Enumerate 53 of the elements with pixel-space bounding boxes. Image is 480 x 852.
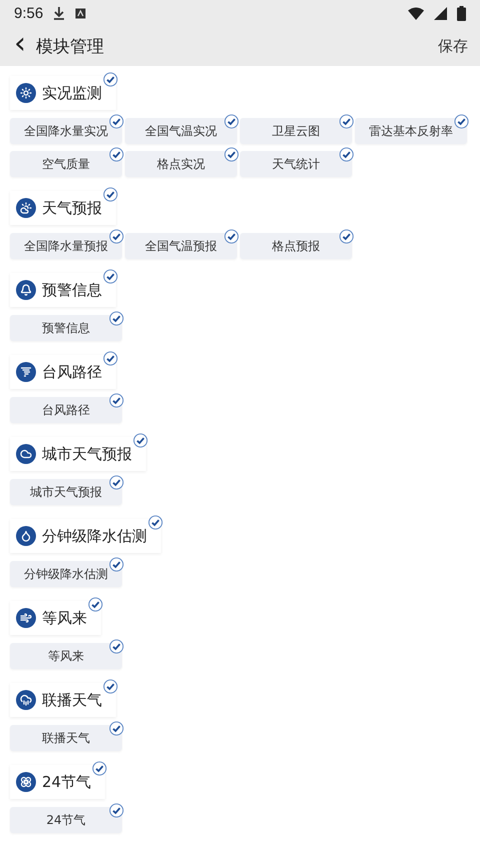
checked-icon[interactable] bbox=[103, 351, 118, 366]
checked-icon[interactable] bbox=[454, 114, 469, 129]
module-title: 城市天气预报 bbox=[42, 444, 132, 464]
module-icon bbox=[16, 526, 36, 546]
wifi-icon bbox=[408, 6, 424, 20]
checked-icon[interactable] bbox=[109, 147, 124, 162]
checked-icon[interactable] bbox=[109, 475, 124, 490]
battery-icon bbox=[457, 6, 466, 20]
module-title: 等风来 bbox=[42, 608, 87, 628]
module-icon bbox=[16, 608, 36, 628]
checked-icon[interactable] bbox=[339, 114, 354, 129]
module-title: 实况监测 bbox=[42, 84, 102, 102]
module-icon bbox=[16, 362, 36, 382]
checked-icon[interactable] bbox=[88, 597, 103, 612]
module-icon bbox=[16, 83, 36, 103]
module-title: 联播天气 bbox=[42, 690, 102, 710]
checked-icon[interactable] bbox=[133, 433, 148, 448]
module-title: 台风路径 bbox=[42, 362, 102, 382]
module-title: 24节气 bbox=[42, 772, 92, 792]
checked-icon[interactable] bbox=[109, 311, 124, 326]
checked-icon[interactable] bbox=[109, 557, 124, 572]
module-title: 预警信息 bbox=[42, 280, 102, 300]
checked-icon[interactable] bbox=[109, 803, 124, 818]
checked-icon[interactable] bbox=[109, 721, 124, 736]
checked-icon[interactable] bbox=[103, 187, 118, 202]
module-title: 分钟级降水估测 bbox=[42, 526, 147, 546]
module-icon bbox=[16, 280, 36, 300]
checked-icon[interactable] bbox=[109, 639, 124, 654]
module-icon bbox=[16, 772, 36, 792]
checked-icon[interactable] bbox=[339, 229, 354, 244]
module-title: 天气预报 bbox=[42, 198, 102, 218]
notification-icon bbox=[75, 8, 86, 18]
download-icon bbox=[53, 6, 66, 20]
checked-icon[interactable] bbox=[224, 147, 239, 162]
page-title: 模块管理 bbox=[36, 36, 104, 58]
checked-icon[interactable] bbox=[103, 269, 118, 284]
module-icon bbox=[16, 198, 36, 218]
status-time: 9:56 bbox=[14, 4, 44, 22]
checked-icon[interactable] bbox=[224, 114, 239, 129]
signal-icon bbox=[434, 6, 447, 20]
checked-icon[interactable] bbox=[109, 393, 124, 408]
checked-icon[interactable] bbox=[92, 761, 108, 776]
module-icon bbox=[16, 690, 36, 710]
checked-icon[interactable] bbox=[103, 679, 118, 694]
module-icon bbox=[16, 444, 36, 464]
checked-icon[interactable] bbox=[224, 229, 239, 244]
checked-icon[interactable] bbox=[109, 229, 124, 244]
checked-icon[interactable] bbox=[103, 72, 118, 87]
checked-icon[interactable] bbox=[148, 515, 163, 530]
save-button[interactable]: 保存 bbox=[438, 36, 468, 56]
checked-icon[interactable] bbox=[109, 114, 124, 129]
back-button[interactable]: ‹ bbox=[12, 29, 36, 63]
checked-icon[interactable] bbox=[339, 147, 354, 162]
